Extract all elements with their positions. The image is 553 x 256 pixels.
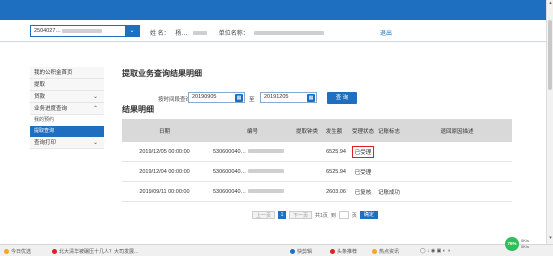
table-header: 日期 编号 提取钟类 发生额 受理状态 记账标志 退回原因描述 xyxy=(122,119,512,142)
scissors-icon xyxy=(290,249,295,255)
chevron-down-icon: ⌄ xyxy=(92,140,98,146)
user-info: 姓 名： 杨… 单位名称： xyxy=(150,28,328,37)
total-pages: 共1页 xyxy=(315,212,328,219)
page-unit-label: 页 xyxy=(351,212,357,219)
header-reason: 退回原因描述 xyxy=(440,128,474,135)
chevron-down-icon: ⌄ xyxy=(92,94,98,100)
sidebar-subitem-withdraw-query[interactable]: 提取查询 xyxy=(30,126,104,137)
highlight-box: 已受理 xyxy=(351,145,375,158)
unit-label: 单位名称： xyxy=(218,31,249,37)
calendar-icon[interactable]: ▦ xyxy=(307,94,315,102)
cell-date: 2019/12/05 00:00:00 xyxy=(139,148,190,155)
taskbar-item-edit[interactable]: 快剪辑 xyxy=(290,248,312,255)
network-speed: 0K/s 0K/s xyxy=(521,238,530,249)
taskbar-favorites[interactable]: 今日优选 xyxy=(4,248,31,255)
cell-status: 已受理 xyxy=(354,169,372,176)
start-date-input[interactable]: 20190905 ▦ xyxy=(188,92,245,103)
end-date-input[interactable]: 20191205 ▦ xyxy=(260,92,317,103)
page-number-input[interactable] xyxy=(338,211,349,219)
cell-flag: 记账成功 xyxy=(378,189,401,196)
current-page[interactable]: 1 xyxy=(278,211,287,219)
query-label: 按时间段查询 xyxy=(158,97,192,103)
page-title: 提取业务查询结果明细 xyxy=(122,69,202,78)
cell-number: 530600040… xyxy=(207,169,292,175)
speed-badge[interactable]: 76% xyxy=(505,237,519,251)
table-row: 2019/09/11 00:00:00 530600040… 2603.06 已… xyxy=(122,182,512,202)
name-value: 杨… xyxy=(175,31,188,37)
cell-amount: 2603.06 xyxy=(326,188,346,195)
header-date: 日期 xyxy=(158,128,170,135)
prev-page-button[interactable]: 上一页 xyxy=(252,211,276,219)
results-table: 日期 编号 提取钟类 发生额 受理状态 记账标志 退回原因描述 2019/12/… xyxy=(122,119,512,202)
goto-label: 到 xyxy=(330,212,336,219)
scroll-up-icon[interactable]: ▴ xyxy=(548,1,553,6)
cell-date: 2019/12/04 00:00:00 xyxy=(139,168,190,175)
fire-icon xyxy=(372,249,377,255)
next-page-button[interactable]: 下一页 xyxy=(289,211,313,219)
confirm-button[interactable]: 确定 xyxy=(359,211,378,219)
to-label: 至 xyxy=(249,97,255,103)
pagination: 上一页 1 下一页 共1页 到 页 确定 xyxy=(252,211,378,219)
header-amount: 发生额 xyxy=(325,128,343,135)
cell-number: 530600040… xyxy=(207,189,292,195)
star-icon xyxy=(4,249,9,255)
scroll-thumb[interactable] xyxy=(548,20,552,90)
sidebar-item-loan[interactable]: 贷款 ⌄ xyxy=(30,91,104,103)
sidebar-item-withdraw[interactable]: 提取 xyxy=(30,79,104,91)
sidebar-subitem-appointment[interactable]: 我的预约 xyxy=(30,115,104,126)
sidebar: 我的公积金首页 提取 贷款 ⌄ 业务进度查询 ⌃ 我的预约 提取查询 查询打印 ⌄ xyxy=(30,67,104,149)
news-icon xyxy=(52,249,57,255)
taskbar-news[interactable]: 北大清华被碾压十几人？大司发展... xyxy=(52,248,138,255)
sidebar-item-print[interactable]: 查询打印 ⌄ xyxy=(30,137,104,149)
headline-icon xyxy=(330,249,335,255)
cell-amount: 6525.94 xyxy=(326,148,346,155)
calendar-icon[interactable]: ▦ xyxy=(235,94,243,102)
account-select[interactable]: 2504027… ⌄ xyxy=(30,25,140,37)
table-row: 2019/12/04 00:00:00 530600040… 6525.94 已… xyxy=(122,162,512,182)
chevron-down-icon[interactable]: ⌄ xyxy=(125,26,139,36)
header-flag: 记账标志 xyxy=(378,128,401,135)
cell-status: 已受理 xyxy=(348,145,378,158)
cell-amount: 6525.94 xyxy=(326,168,346,175)
logout-link[interactable]: 退出 xyxy=(380,28,392,37)
header-type: 提取钟类 xyxy=(295,128,318,135)
cell-date: 2019/09/11 00:00:00 xyxy=(139,188,190,195)
chevron-up-icon: ⌃ xyxy=(92,106,98,112)
taskbar-tray: ◯ ↓ ◉ ▣ ◐ ◑ xyxy=(420,248,451,254)
scroll-down-icon[interactable]: ▾ xyxy=(548,236,553,241)
account-value: 2504027… xyxy=(31,28,125,34)
header-number: 编号 xyxy=(246,128,258,135)
query-button[interactable]: 查 询 xyxy=(327,92,357,104)
name-label: 姓 名： xyxy=(150,31,170,37)
section-title: 结果明细 xyxy=(122,105,154,114)
page-scrollbar[interactable]: ▴ ▾ xyxy=(546,0,553,244)
cell-status: 已复核 xyxy=(354,189,372,196)
cell-number: 530600040… xyxy=(207,149,292,155)
table-row: 2019/12/05 00:00:00 530600040… 6525.94 已… xyxy=(122,142,512,162)
top-banner xyxy=(0,0,546,20)
taskbar-item-headlines[interactable]: 头条推荐 xyxy=(330,248,357,255)
sidebar-item-home[interactable]: 我的公积金首页 xyxy=(30,67,104,79)
header-status: 受理状态 xyxy=(351,128,374,135)
sidebar-item-progress[interactable]: 业务进度查询 ⌃ xyxy=(30,103,104,115)
taskbar-item-hot[interactable]: 热点资讯 xyxy=(372,248,399,255)
taskbar: 今日优选 北大清华被碾压十几人？大司发展... 快剪辑 头条推荐 热点资讯 ◯ … xyxy=(0,244,553,256)
